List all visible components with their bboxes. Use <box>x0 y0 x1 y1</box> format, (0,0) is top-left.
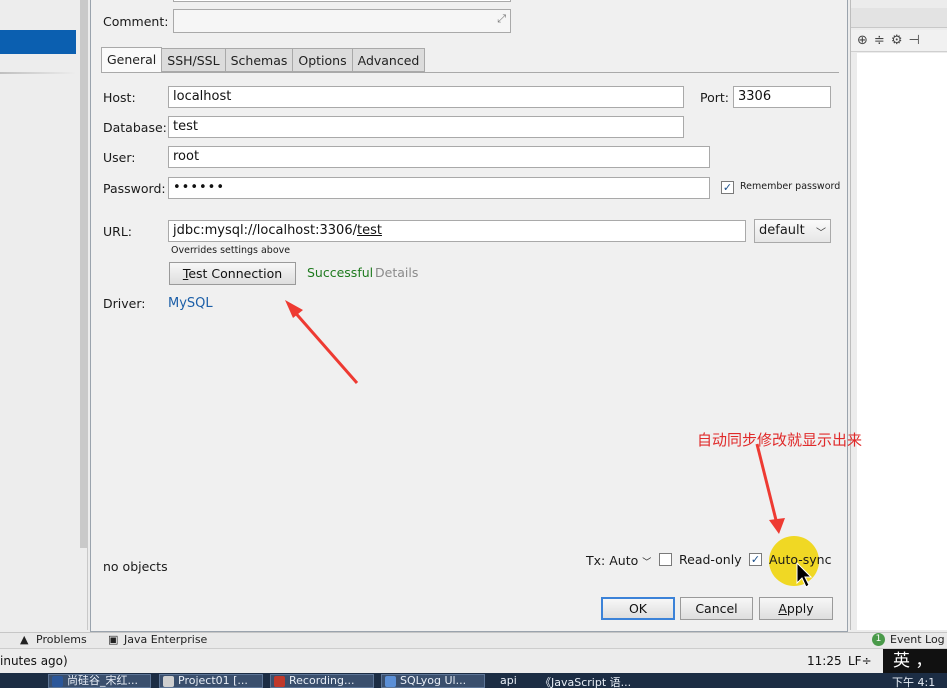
status-bar: inutes ago) 11:25 LF÷ 英 ， <box>0 648 947 674</box>
event-log-tab[interactable]: Event Log <box>890 633 945 646</box>
warning-icon: ▲ <box>20 633 29 646</box>
ime-indicator[interactable]: 英 ， <box>883 649 947 674</box>
arrow-head <box>769 518 785 534</box>
status-message: inutes ago) <box>0 654 68 668</box>
java-enterprise-tab[interactable]: Java Enterprise <box>124 633 207 646</box>
taskbar-item-word[interactable]: 尚硅谷_宋红... <box>48 674 151 688</box>
cursor-position[interactable]: 11:25 <box>807 654 842 668</box>
sqlyog-icon <box>385 676 396 687</box>
taskbar-item-recording[interactable]: Recording... <box>270 674 374 688</box>
annotation-overlay <box>285 300 819 588</box>
taskbar-item-api[interactable]: api <box>500 674 517 687</box>
annotation-text: 自动同步修改就显示出来 <box>697 431 863 449</box>
taskbar: 尚硅谷_宋红... Project01 [... Recording... SQ… <box>0 673 947 688</box>
taskbar-item-project[interactable]: Project01 [... <box>159 674 263 688</box>
arrow-head <box>285 300 303 318</box>
taskbar-item-javascript[interactable]: 《JavaScript 语... <box>540 674 631 688</box>
autosync-label: Auto-sync <box>769 552 832 567</box>
problems-tab[interactable]: Problems <box>36 633 87 646</box>
arrow-to-test-connection <box>290 308 359 384</box>
taskbar-clock[interactable]: 下午 4:1 <box>892 674 935 688</box>
arrow-to-autosync <box>755 443 779 525</box>
java-icon: ▣ <box>108 633 119 646</box>
line-separator[interactable]: LF÷ <box>848 654 872 668</box>
record-icon <box>274 676 285 687</box>
intellij-icon <box>163 676 174 687</box>
taskbar-item-sqlyog[interactable]: SQLyog Ul... <box>381 674 485 688</box>
tool-window-bar: ▲ Problems ▣ Java Enterprise 1 Event Log <box>0 632 947 648</box>
event-log-badge: 1 <box>872 633 885 646</box>
word-icon <box>52 676 63 687</box>
